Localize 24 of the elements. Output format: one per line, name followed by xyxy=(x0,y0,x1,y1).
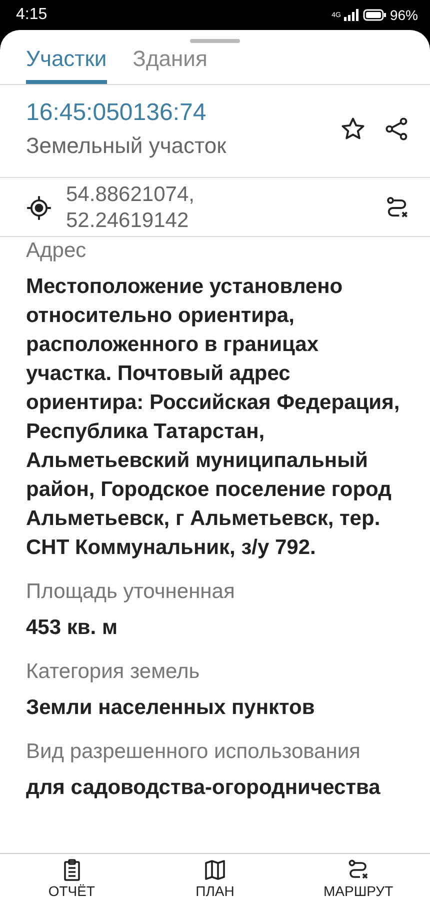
location-target-icon xyxy=(26,195,52,221)
nav-button[interactable]: ПЛАН xyxy=(150,854,280,900)
tab[interactable]: Здания xyxy=(132,44,208,84)
latitude-text: 54.88621074, xyxy=(66,182,196,208)
parcel-type: Земельный участок xyxy=(26,133,228,159)
status-time: 4:15 xyxy=(16,6,48,24)
nav-button[interactable]: ОТЧЁТ xyxy=(6,854,137,900)
map-icon xyxy=(202,858,227,882)
field-value: Земли населенных пунктов xyxy=(26,695,316,721)
field-value: 453 кв. м xyxy=(26,615,118,641)
nav-button[interactable]: МАРШРУТ xyxy=(293,854,424,900)
field-label: Адрес xyxy=(26,239,88,263)
field-label: Категория земель xyxy=(26,660,201,684)
battery-icon xyxy=(362,9,387,21)
field-value: для садоводства-огородничества xyxy=(26,775,382,801)
drag-handle[interactable] xyxy=(190,39,240,43)
longitude-text: 52.24619142 xyxy=(66,208,190,234)
battery-level: 96% xyxy=(390,7,418,23)
cadastral-number: 16:45:050136:74 xyxy=(26,99,208,127)
field-value: Местоположение установлено относительно ориентира, расположенного в границах участка. Почтовый адрес ориентира: Российская Федерация, Республика Татарстан, Альметьевский муниципальный район, Городское поселение город Альметьевск, г Альметьевск, тер. СНТ Коммунальник, з/у 792. xyxy=(26,274,400,561)
signal-icon xyxy=(344,9,360,21)
tab[interactable]: Участки xyxy=(26,44,107,84)
field-label: Площадь уточненная xyxy=(26,580,236,604)
field-label: Вид разрешенного использования xyxy=(26,740,362,764)
